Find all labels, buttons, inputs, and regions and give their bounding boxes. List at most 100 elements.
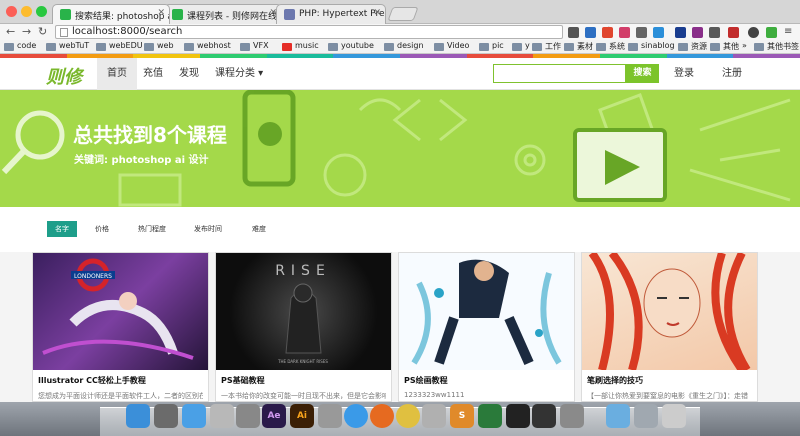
bookmark-item[interactable]: VFX	[240, 41, 269, 51]
new-tab-button[interactable]	[387, 7, 419, 21]
bookmark-item[interactable]: webEDU	[96, 41, 143, 51]
bookmark-item[interactable]: web	[144, 41, 174, 51]
bookmark-item[interactable]: y	[512, 41, 530, 51]
course-card[interactable]: LONDONERS Illustrator CC轻松上手教程 您想成为平面设计师…	[32, 252, 209, 402]
bookmark-item[interactable]: webhost	[184, 41, 231, 51]
nav-home[interactable]: 首页	[97, 58, 137, 90]
download-icon[interactable]	[653, 27, 664, 38]
trash-icon[interactable]	[662, 404, 686, 428]
tab-course-list[interactable]: 课程列表 - 则修网在线视频教程 ✕	[164, 4, 282, 24]
minimize-window-icon[interactable]	[21, 6, 32, 17]
close-window-icon[interactable]	[6, 6, 17, 17]
bookmark-item[interactable]: webTuT	[46, 41, 89, 51]
search-input[interactable]	[493, 64, 626, 83]
reload-icon[interactable]: ↻	[38, 25, 47, 38]
extension-icon[interactable]	[709, 27, 720, 38]
sort-by-price[interactable]: 价格	[87, 221, 117, 237]
register-link[interactable]: 注册	[712, 58, 752, 90]
folder-icon	[512, 43, 522, 51]
terminal-icon[interactable]	[532, 404, 556, 428]
chrome-icon[interactable]	[396, 404, 420, 428]
youtube-icon	[282, 43, 292, 51]
after-effects-icon[interactable]: Ae	[262, 404, 286, 428]
sublime-icon[interactable]: S	[450, 404, 474, 428]
system-preferences-icon[interactable]	[560, 404, 584, 428]
extension-icon[interactable]	[675, 27, 686, 38]
bookmark-item[interactable]: youtube	[328, 41, 374, 51]
course-card[interactable]: RISE THE DARK KNIGHT RISES PS基础教程 一本书给你的…	[215, 252, 392, 402]
thumbnail-text: THE DARK KNIGHT RISES	[277, 359, 328, 364]
sort-by-difficulty[interactable]: 难度	[244, 221, 274, 237]
bookmark-item[interactable]: 其他	[710, 41, 739, 52]
extension-icon[interactable]	[728, 27, 739, 38]
nav-course-categories[interactable]: 课程分类 ▾	[205, 58, 273, 90]
sort-by-date[interactable]: 发布时间	[186, 221, 230, 237]
finder-icon[interactable]	[126, 404, 150, 428]
downloads-folder-icon[interactable]	[606, 404, 630, 428]
sort-by-name[interactable]: 名字	[47, 221, 77, 237]
address-bar[interactable]: localhost:8000/search ☆	[55, 25, 614, 39]
sort-by-popularity[interactable]: 热门程度	[130, 221, 174, 237]
back-icon[interactable]: ←	[6, 25, 15, 38]
illustrator-icon[interactable]: Ai	[290, 404, 314, 428]
folder-icon	[564, 43, 574, 51]
bookmark-item[interactable]: pic	[479, 41, 504, 51]
app-icon[interactable]	[318, 404, 342, 428]
bookmark-item[interactable]: sinablog	[628, 41, 675, 51]
safari-icon[interactable]	[344, 404, 368, 428]
extension-icon[interactable]	[585, 27, 596, 38]
folder-icon	[240, 43, 250, 51]
course-title: PS基础教程	[221, 376, 265, 385]
folder-icon	[96, 43, 106, 51]
system-icon[interactable]	[236, 404, 260, 428]
course-card[interactable]: PS绘画教程 1233323ww1111	[398, 252, 575, 402]
extension-icon[interactable]	[568, 27, 579, 38]
bookmark-item[interactable]: 工作	[532, 41, 561, 52]
folder-icon[interactable]	[634, 404, 658, 428]
menu-icon[interactable]: ≡	[784, 27, 795, 38]
bookmark-item[interactable]: design	[384, 41, 424, 51]
course-title: Illustrator CC轻松上手教程	[38, 376, 146, 385]
forward-icon[interactable]: →	[22, 25, 31, 38]
bookmark-item[interactable]: »	[742, 41, 747, 50]
extension-icon[interactable]	[602, 27, 613, 38]
app-icon[interactable]	[422, 404, 446, 428]
folder-icon	[434, 43, 444, 51]
folder-icon	[479, 43, 489, 51]
extension-icon[interactable]	[692, 27, 703, 38]
close-tab-icon[interactable]: ✕	[157, 8, 165, 18]
extension-icon[interactable]	[619, 27, 630, 38]
terminal-icon[interactable]	[506, 404, 530, 428]
login-link[interactable]: 登录	[664, 58, 704, 90]
course-card[interactable]: 笔刷选择的技巧 【一部让你热爱到要窒息的电影《重生之门》】：走错	[581, 252, 758, 402]
folder-icon	[710, 43, 720, 51]
launchpad-icon[interactable]	[154, 404, 178, 428]
bookmark-item[interactable]: Video	[434, 41, 469, 51]
app-store-icon[interactable]	[182, 404, 206, 428]
nav-discover[interactable]: 发现	[169, 58, 209, 90]
extension-icon[interactable]	[636, 27, 647, 38]
folder-icon	[4, 43, 14, 51]
course-thumbnail	[582, 253, 757, 370]
bookmark-item[interactable]: 资源	[678, 41, 707, 52]
folder-icon	[678, 43, 688, 51]
course-title: 笔刷选择的技巧	[587, 376, 643, 385]
firefox-icon[interactable]	[370, 404, 394, 428]
network-monitor-icon[interactable]	[478, 404, 502, 428]
tab-php[interactable]: PHP: Hypertext Preprocess ✕	[276, 4, 386, 24]
maximize-window-icon[interactable]	[36, 6, 47, 17]
site-logo[interactable]: 则修	[46, 63, 82, 89]
bookmark-item[interactable]: music	[282, 41, 319, 51]
close-tab-icon[interactable]: ✕	[373, 8, 381, 18]
bookmark-item[interactable]: 其他书签	[754, 41, 799, 52]
bookmark-item[interactable]: 素材	[564, 41, 593, 52]
extension-icon[interactable]	[766, 27, 777, 38]
tab-search-results[interactable]: 搜索结果: photoshop ai 设计 · ✕	[52, 4, 170, 24]
gear-icon[interactable]	[748, 27, 759, 38]
bookmark-item[interactable]: 系统	[596, 41, 625, 52]
nav-recharge[interactable]: 充值	[133, 58, 173, 90]
site-favicon-icon	[172, 9, 183, 20]
bookmark-item[interactable]: code	[4, 41, 36, 51]
search-button[interactable]: 搜索	[626, 64, 659, 83]
preview-icon[interactable]	[210, 404, 234, 428]
